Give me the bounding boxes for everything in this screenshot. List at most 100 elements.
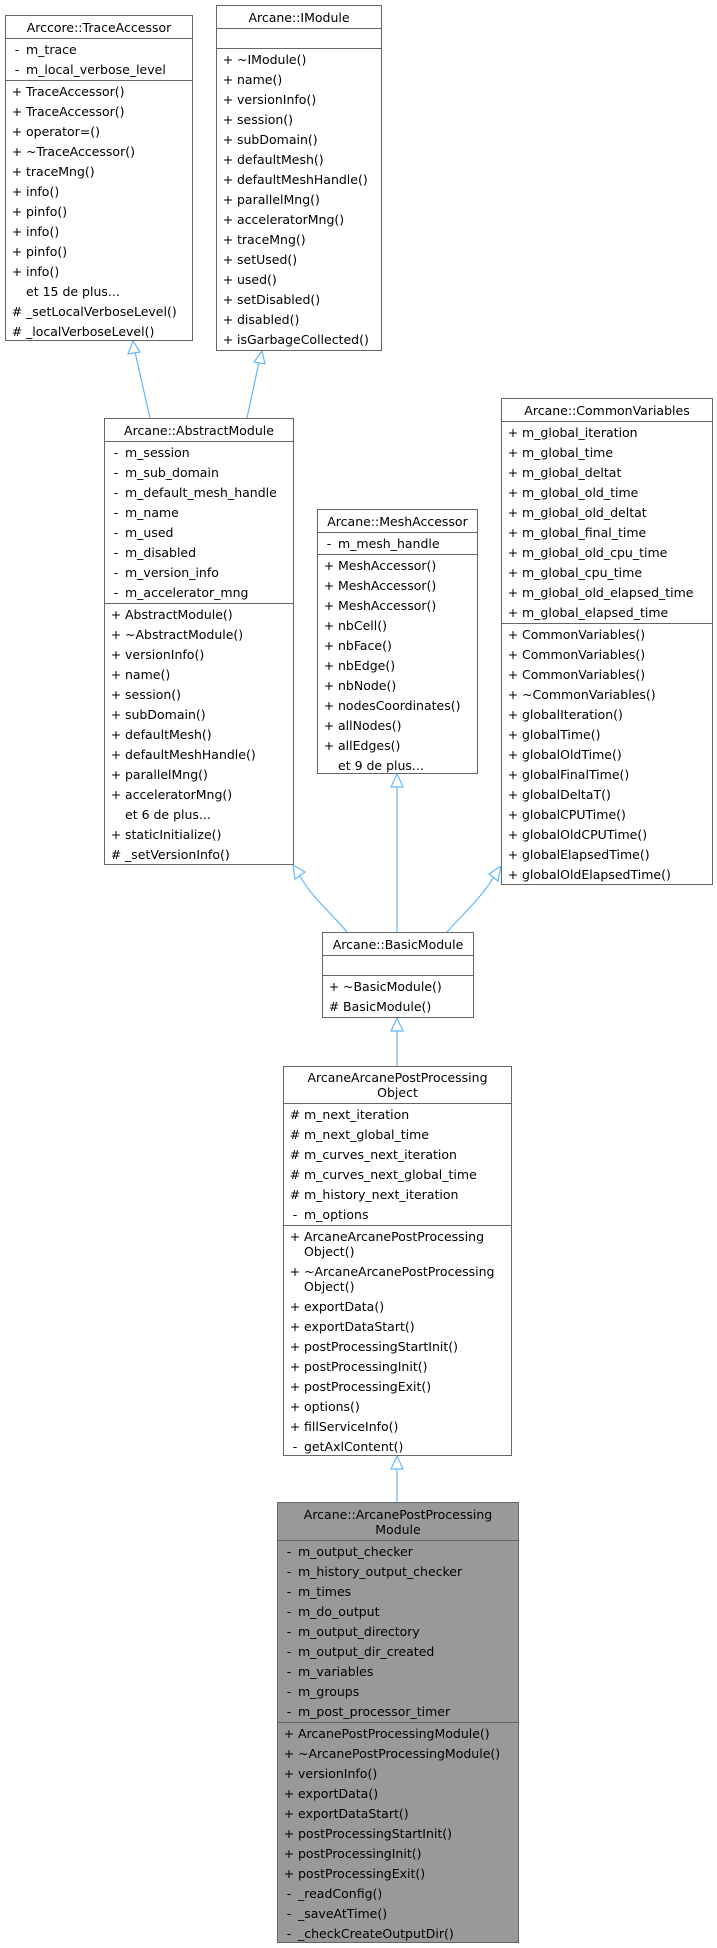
method-row[interactable]: + globalElapsedTime() (502, 845, 712, 865)
class-arcane-postprocessing-module[interactable]: Arcane::ArcanePostProcessing Module - m_ou… (277, 1502, 519, 1943)
method-row[interactable]: + used() (217, 270, 381, 290)
method-row[interactable]: + nbCell() (318, 616, 477, 636)
method-row[interactable]: + allEdges() (318, 736, 477, 756)
attribute-row[interactable]: - m_name (105, 503, 293, 523)
attribute-row[interactable]: + m_global_cpu_time (502, 563, 712, 583)
attribute-row[interactable]: - m_options (284, 1205, 511, 1225)
method-row[interactable]: + name() (105, 665, 293, 685)
attribute-row[interactable]: - m_post_processor_timer (278, 1702, 518, 1722)
attribute-row[interactable]: + m_global_old_cpu_time (502, 543, 712, 563)
method-row[interactable]: + nodesCoordinates() (318, 696, 477, 716)
method-row[interactable]: + globalOldCPUTime() (502, 825, 712, 845)
method-row[interactable]: + ~CommonVariables() (502, 685, 712, 705)
method-row[interactable]: + fillServiceInfo() (284, 1417, 511, 1437)
attribute-row[interactable]: - m_session (105, 443, 293, 463)
class-name[interactable]: Arccore::TraceAccessor (6, 16, 192, 39)
method-row[interactable]: + exportDataStart() (284, 1317, 511, 1337)
method-row[interactable]: + ~AbstractModule() (105, 625, 293, 645)
attribute-row[interactable]: - m_history_output_checker (278, 1562, 518, 1582)
method-row[interactable]: + staticInitialize() (105, 825, 293, 845)
attribute-row[interactable]: - m_sub_domain (105, 463, 293, 483)
attribute-row[interactable]: # m_next_global_time (284, 1125, 511, 1145)
method-row[interactable]: + parallelMng() (217, 190, 381, 210)
method-row[interactable]: + defaultMesh() (105, 725, 293, 745)
method-row[interactable]: + ~IModule() (217, 50, 381, 70)
attribute-row[interactable]: - m_groups (278, 1682, 518, 1702)
class-postprocessing-object[interactable]: ArcaneArcanePostProcessing Object # m_next… (283, 1066, 512, 1456)
class-imodule[interactable]: Arcane::IModule + ~IModule() + name() + versio… (216, 5, 382, 351)
method-row[interactable]: + options() (284, 1397, 511, 1417)
method-row[interactable]: + ~ArcanePostProcessingModule() (278, 1744, 518, 1764)
class-name[interactable]: Arcane::BasicModule (323, 933, 473, 956)
method-row[interactable]: + nbFace() (318, 636, 477, 656)
method-row[interactable]: + postProcessingExit() (284, 1377, 511, 1397)
attribute-row[interactable]: # m_curves_next_global_time (284, 1165, 511, 1185)
method-row[interactable]: # _setLocalVerboseLevel() (6, 302, 192, 322)
attribute-row[interactable]: - m_version_info (105, 563, 293, 583)
attribute-row[interactable]: + m_global_time (502, 443, 712, 463)
method-row[interactable]: + operator=() (6, 122, 192, 142)
method-row[interactable]: + globalCPUTime() (502, 805, 712, 825)
method-row[interactable]: + globalIteration() (502, 705, 712, 725)
attribute-row[interactable]: + m_global_deltat (502, 463, 712, 483)
method-row[interactable]: + globalOldTime() (502, 745, 712, 765)
attribute-row[interactable]: + m_global_old_elapsed_time (502, 583, 712, 603)
method-row[interactable]: + subDomain() (105, 705, 293, 725)
class-common-variables[interactable]: Arcane::CommonVariables + m_global_iterati… (501, 398, 713, 885)
method-row[interactable]: + ~ArcaneArcanePostProcessing Object() (284, 1262, 511, 1297)
method-row[interactable]: + postProcessingStartInit() (284, 1337, 511, 1357)
method-row[interactable]: + defaultMeshHandle() (105, 745, 293, 765)
method-row[interactable]: + nbEdge() (318, 656, 477, 676)
method-row[interactable]: + ArcaneArcanePostProcessing Object() (284, 1227, 511, 1262)
method-row[interactable]: + MeshAccessor() (318, 576, 477, 596)
method-row[interactable]: + allNodes() (318, 716, 477, 736)
method-row[interactable]: + TraceAccessor() (6, 102, 192, 122)
method-row[interactable]: + pinfo() (6, 202, 192, 222)
method-row[interactable]: + info() (6, 182, 192, 202)
attribute-row[interactable]: - m_used (105, 523, 293, 543)
method-row[interactable]: + CommonVariables() (502, 665, 712, 685)
method-row[interactable]: # _localVerboseLevel() (6, 322, 192, 342)
attribute-row[interactable]: - m_times (278, 1582, 518, 1602)
method-row[interactable]: + MeshAccessor() (318, 556, 477, 576)
method-row[interactable]: + postProcessingInit() (278, 1844, 518, 1864)
method-row[interactable]: + isGarbageCollected() (217, 330, 381, 350)
attribute-row[interactable]: # m_history_next_iteration (284, 1185, 511, 1205)
method-row[interactable]: + AbstractModule() (105, 605, 293, 625)
attribute-row[interactable]: - m_disabled (105, 543, 293, 563)
method-row[interactable]: + TraceAccessor() (6, 82, 192, 102)
class-name[interactable]: Arcane::ArcanePostProcessing Module (278, 1503, 518, 1541)
method-row[interactable]: + globalTime() (502, 725, 712, 745)
class-abstract-module[interactable]: Arcane::AbstractModule - m_session - m_sub_d… (104, 418, 294, 865)
method-row[interactable]: # BasicModule() (323, 997, 473, 1017)
class-mesh-accessor[interactable]: Arcane::MeshAccessor - m_mesh_handle + MeshA… (317, 509, 478, 774)
method-row[interactable]: + MeshAccessor() (318, 596, 477, 616)
method-row[interactable]: + session() (105, 685, 293, 705)
method-row[interactable]: + exportDataStart() (278, 1804, 518, 1824)
class-name[interactable]: Arcane::AbstractModule (105, 419, 293, 442)
method-row[interactable]: + defaultMeshHandle() (217, 170, 381, 190)
class-basic-module[interactable]: Arcane::BasicModule + ~BasicModule() # Basic… (322, 932, 474, 1018)
method-row[interactable]: + info() (6, 222, 192, 242)
method-row[interactable]: + versionInfo() (278, 1764, 518, 1784)
method-row[interactable]: + postProcessingStartInit() (278, 1824, 518, 1844)
method-row[interactable]: + traceMng() (6, 162, 192, 182)
method-row[interactable]: # _setVersionInfo() (105, 845, 293, 865)
method-row[interactable]: + disabled() (217, 310, 381, 330)
attribute-row[interactable]: - m_accelerator_mng (105, 583, 293, 603)
method-row[interactable]: + defaultMesh() (217, 150, 381, 170)
method-row[interactable]: + info() (6, 262, 192, 282)
attribute-row[interactable]: # m_next_iteration (284, 1105, 511, 1125)
method-row[interactable]: + postProcessingExit() (278, 1864, 518, 1884)
class-name[interactable]: Arcane::MeshAccessor (318, 510, 477, 533)
method-row[interactable]: + ArcanePostProcessingModule() (278, 1724, 518, 1744)
method-row[interactable]: + globalDeltaT() (502, 785, 712, 805)
method-row[interactable]: + globalFinalTime() (502, 765, 712, 785)
attribute-row[interactable]: - m_do_output (278, 1602, 518, 1622)
attribute-row[interactable]: + m_global_iteration (502, 423, 712, 443)
class-trace-accessor[interactable]: Arccore::TraceAccessor - m_trace - m_local_v… (5, 15, 193, 341)
method-row[interactable]: - _readConfig() (278, 1884, 518, 1904)
attribute-row[interactable]: + m_global_old_deltat (502, 503, 712, 523)
method-row[interactable]: + pinfo() (6, 242, 192, 262)
more-members-link[interactable]: et 9 de plus... (318, 756, 477, 776)
